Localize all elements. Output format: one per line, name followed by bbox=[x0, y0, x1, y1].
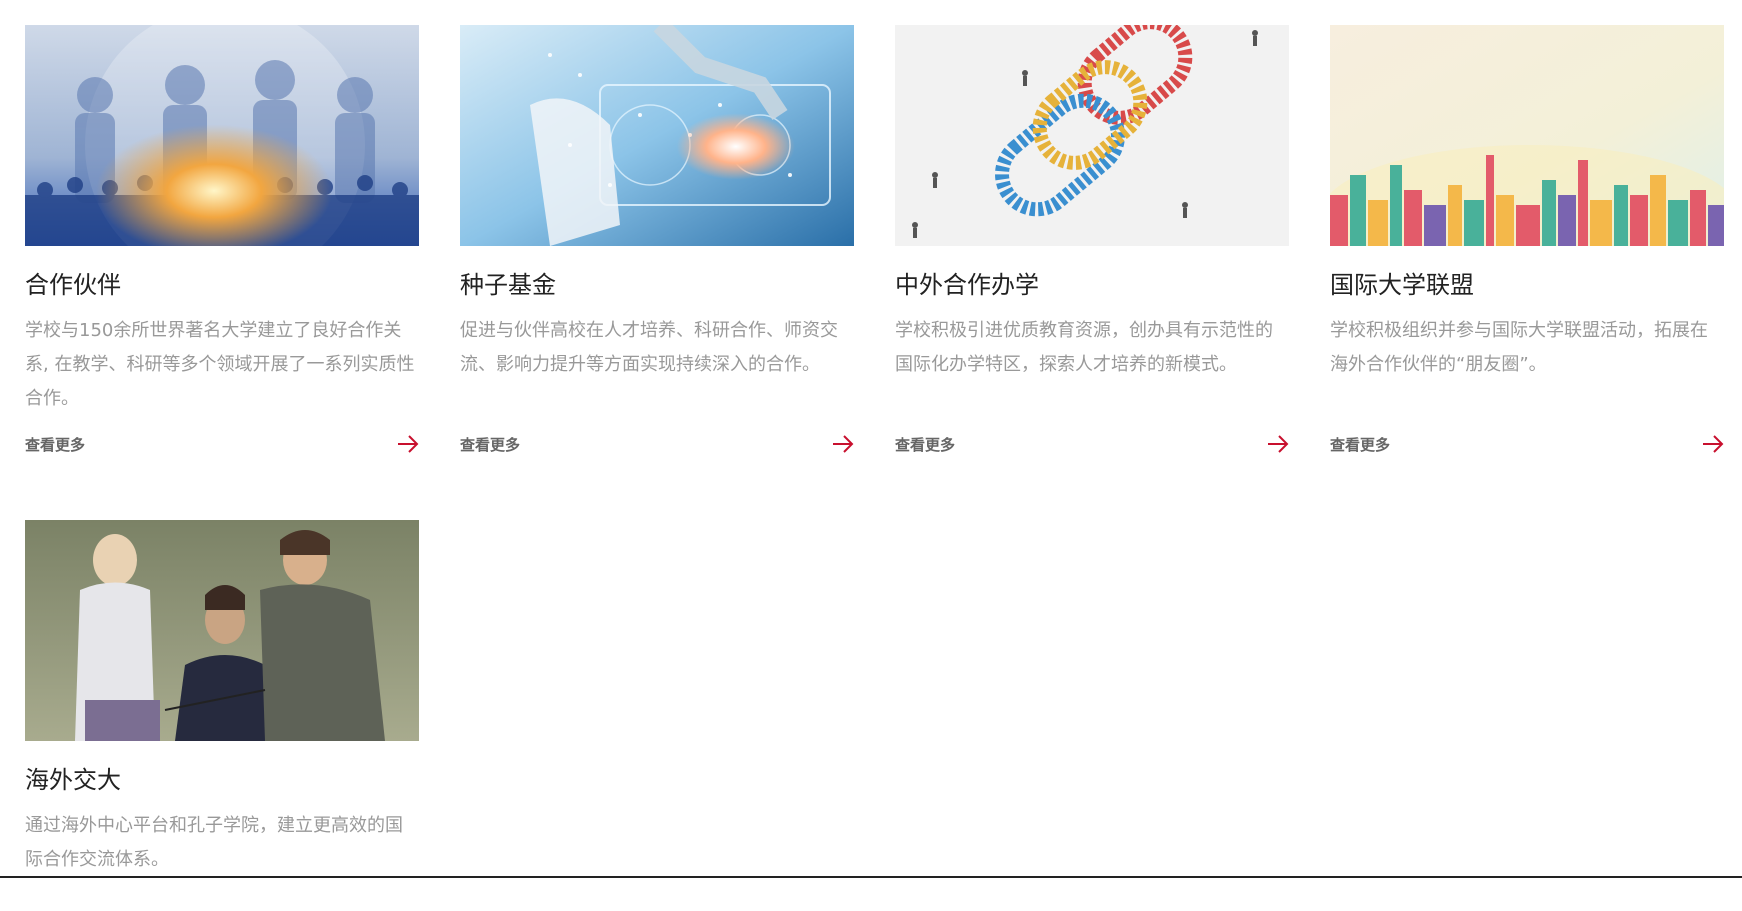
card-description: 促进与伙伴高校在人才培养、科研合作、师资交流、影响力提升等方面实现持续深入的合作… bbox=[460, 320, 838, 375]
view-more-link[interactable]: 查看更多 bbox=[460, 432, 854, 456]
view-more-label: 查看更多 bbox=[895, 435, 956, 454]
card-partners: 合作伙伴 学校与150余所世界著名大学建立了良好合作关系, 在教学、科研等多个领… bbox=[25, 25, 419, 456]
arrow-right-icon bbox=[1268, 435, 1289, 453]
card-title[interactable]: 国际大学联盟 bbox=[1330, 270, 1724, 300]
card-description: 通过海外中心平台和孔子学院，建立更高效的国际合作交流体系。 bbox=[25, 815, 403, 870]
view-more-label: 查看更多 bbox=[460, 435, 521, 454]
card-title[interactable]: 种子基金 bbox=[460, 270, 854, 300]
card-university-alliance: 国际大学联盟 学校积极组织并参与国际大学联盟活动，拓展在海外合作伙伴的“朋友圈”… bbox=[1330, 25, 1724, 456]
overseas-students-image[interactable] bbox=[25, 520, 419, 741]
card-title[interactable]: 海外交大 bbox=[25, 765, 419, 795]
city-skyline-image[interactable] bbox=[1330, 25, 1724, 246]
card-description: 学校积极引进优质教育资源，创办具有示范性的国际化办学特区，探索人才培养的新模式。 bbox=[895, 320, 1273, 375]
chain-link-people-image[interactable] bbox=[895, 25, 1289, 246]
view-more-link[interactable]: 查看更多 bbox=[25, 432, 419, 456]
card-description: 学校与150余所世界著名大学建立了良好合作关系, 在教学、科研等多个领域开展了一… bbox=[25, 320, 415, 409]
view-more-label: 查看更多 bbox=[25, 435, 86, 454]
card-title[interactable]: 中外合作办学 bbox=[895, 270, 1289, 300]
card-description: 学校积极组织并参与国际大学联盟活动，拓展在海外合作伙伴的“朋友圈”。 bbox=[1330, 320, 1708, 375]
view-more-link[interactable]: 查看更多 bbox=[895, 432, 1289, 456]
partners-crowd-image[interactable] bbox=[25, 25, 419, 246]
arrow-right-icon bbox=[1703, 435, 1724, 453]
view-more-link[interactable]: 查看更多 bbox=[1330, 432, 1724, 456]
card-overseas: 海外交大 通过海外中心平台和孔子学院，建立更高效的国际合作交流体系。 bbox=[25, 520, 419, 911]
card-seed-fund: 种子基金 促进与伙伴高校在人才培养、科研合作、师资交流、影响力提升等方面实现持续… bbox=[460, 25, 854, 456]
view-more-label: 查看更多 bbox=[1330, 435, 1391, 454]
card-title[interactable]: 合作伙伴 bbox=[25, 270, 419, 300]
seed-fund-tech-image[interactable] bbox=[460, 25, 854, 246]
arrow-right-icon bbox=[398, 435, 419, 453]
arrow-right-icon bbox=[833, 435, 854, 453]
card-joint-education: 中外合作办学 学校积极引进优质教育资源，创办具有示范性的国际化办学特区，探索人才… bbox=[895, 25, 1289, 456]
